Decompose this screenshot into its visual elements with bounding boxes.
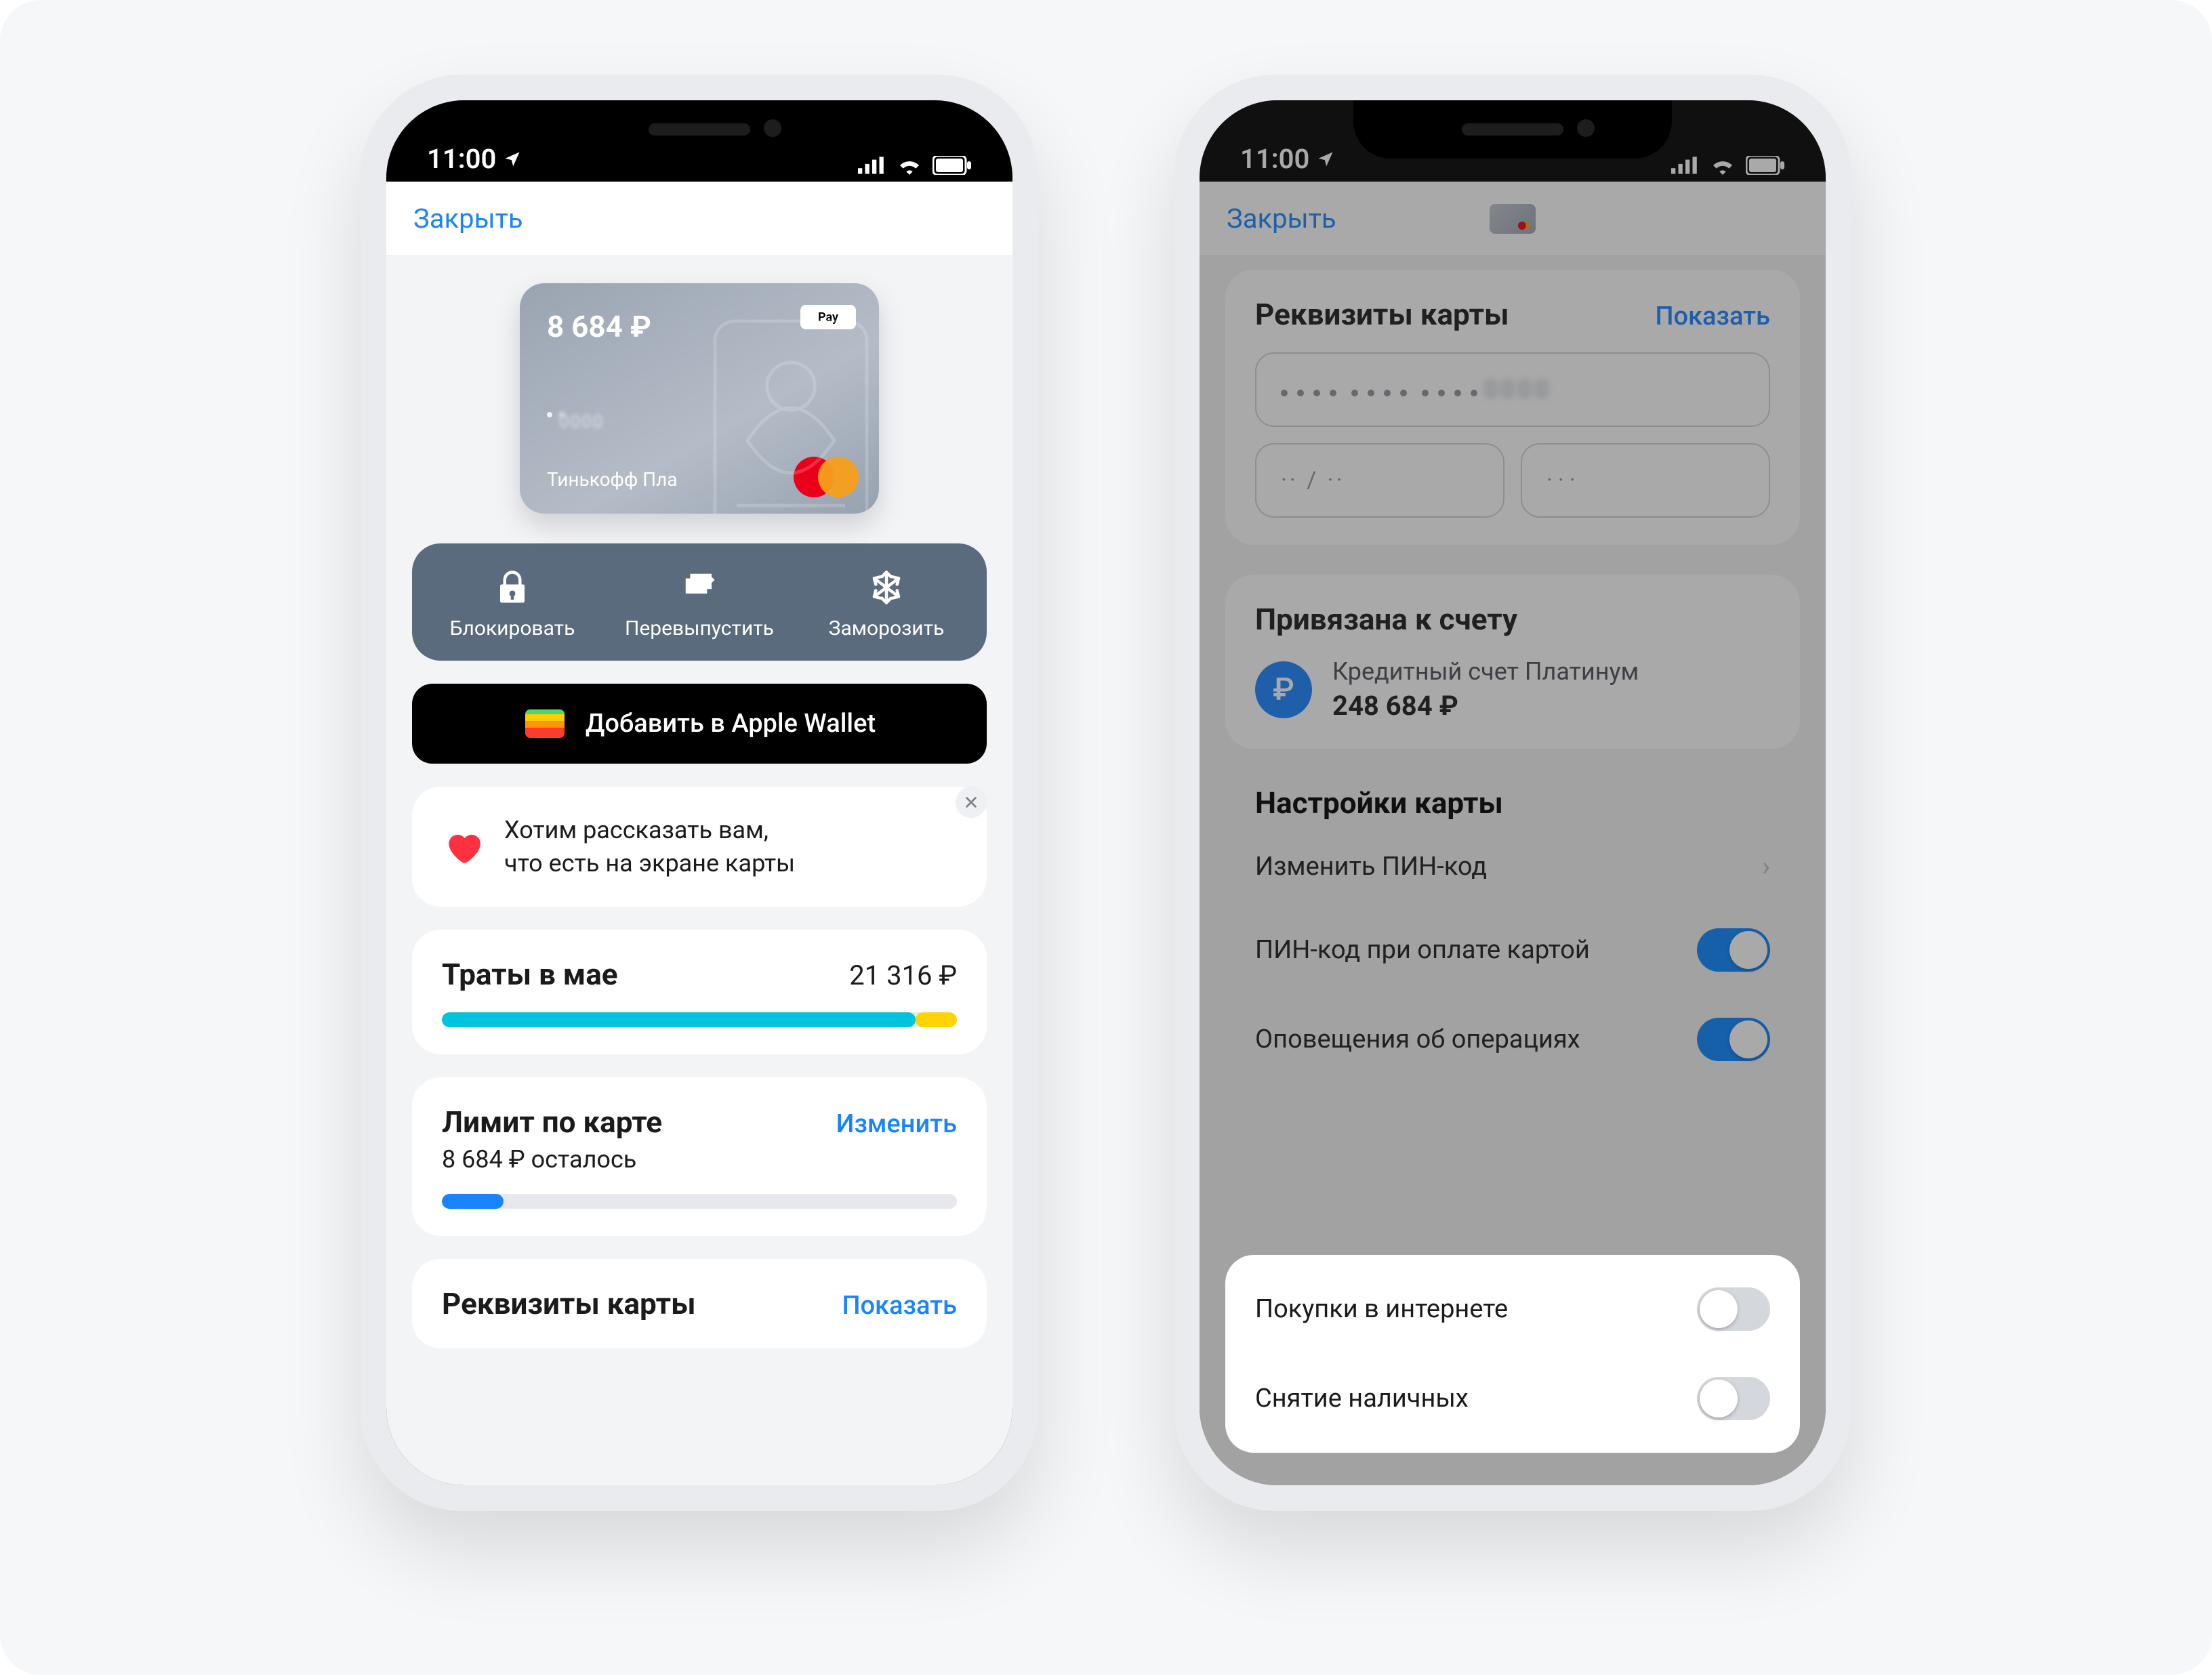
cash-withdrawal-row: Снятие наличных [1225, 1354, 1800, 1443]
card-settings-section: Настройки карты Изменить ПИН-код › ПИН-к… [1225, 779, 1800, 1084]
battery-icon [1746, 156, 1785, 175]
phone-left: 11:00 Закрыть [361, 75, 1038, 1511]
card-preview[interactable]: 8 684 ₽ Pay 0000 Тинькофф Пла [412, 283, 987, 514]
requisites-card: Реквизиты карты Показать 0000 [1225, 270, 1800, 545]
settings-title: Настройки карты [1225, 779, 1800, 827]
close-icon [964, 795, 979, 810]
requisites-title: Реквизиты карты [442, 1286, 696, 1321]
requisites-card-peek[interactable]: Реквизиты карты Показать [412, 1259, 987, 1348]
change-pin-row[interactable]: Изменить ПИН-код › [1225, 827, 1800, 905]
info-banner[interactable]: Хотим рассказать вам, что есть на экране… [412, 787, 987, 907]
location-icon [1316, 150, 1335, 169]
linked-account-title: Привязана к счету [1255, 602, 1770, 637]
add-to-wallet-button[interactable]: Добавить в Apple Wallet [412, 684, 987, 764]
linked-account-balance: 248 684 ₽ [1332, 690, 1639, 722]
requisites-show-button[interactable]: Показать [1656, 302, 1770, 331]
banner-close-button[interactable] [956, 787, 987, 818]
notify-row: Оповещения об операциях [1225, 995, 1800, 1084]
heart-icon [442, 826, 484, 868]
limit-remaining: 8 684 ₽ осталось [442, 1145, 957, 1174]
spending-card[interactable]: Траты в мае 21 316 ₽ [412, 930, 987, 1054]
spending-progress [442, 1012, 957, 1027]
wifi-icon [896, 156, 923, 175]
card-artwork [682, 310, 879, 514]
wifi-icon [1709, 156, 1736, 175]
online-purchases-toggle[interactable] [1697, 1287, 1770, 1331]
close-button[interactable]: Закрыть [413, 203, 523, 234]
card-expiry-field[interactable]: ·· / ·· [1255, 443, 1504, 518]
card-number-field[interactable]: 0000 [1255, 352, 1770, 427]
card-cvc-field[interactable]: ··· [1521, 443, 1770, 518]
card-actions: Блокировать Перевыпустить Заморозить [412, 543, 987, 661]
location-icon [503, 150, 522, 169]
requisites-title: Реквизиты карты [1255, 297, 1509, 332]
limit-change-button[interactable]: Изменить [836, 1109, 957, 1139]
status-time: 11:00 [427, 143, 496, 175]
battery-icon [933, 156, 972, 175]
chevron-right-icon: › [1762, 850, 1770, 882]
status-time: 11:00 [1240, 143, 1309, 175]
block-card-button[interactable]: Блокировать [419, 569, 605, 640]
apple-wallet-icon [523, 707, 567, 740]
nav-bar: Закрыть [1200, 182, 1826, 256]
pin-on-pay-row: ПИН-код при оплате картой [1225, 905, 1800, 995]
cellular-icon [1671, 156, 1700, 175]
reissue-card-button[interactable]: Перевыпустить [607, 569, 792, 640]
limit-progress [442, 1194, 957, 1209]
limit-title: Лимит по карте [442, 1104, 662, 1140]
cash-withdrawal-toggle[interactable] [1697, 1377, 1770, 1420]
ruble-badge-icon: ₽ [1255, 661, 1312, 718]
linked-account-name: Кредитный счет Платинум [1332, 657, 1639, 686]
snowflake-icon [868, 569, 905, 606]
showcase-panel: 11:00 Закрыть [0, 0, 2212, 1675]
notify-toggle[interactable] [1697, 1018, 1770, 1061]
nav-card-thumbnail[interactable] [1490, 204, 1536, 234]
requisites-show-button[interactable]: Показать [842, 1291, 957, 1321]
settings-modal-sheet: Покупки в интернете Снятие наличных [1225, 1255, 1800, 1453]
card-product-name: Тинькофф Пла [547, 468, 678, 491]
lock-icon [494, 569, 531, 606]
close-button[interactable]: Закрыть [1227, 203, 1336, 234]
spending-amount: 21 316 ₽ [849, 959, 957, 991]
linked-account-card[interactable]: Привязана к счету ₽ Кредитный счет Плати… [1225, 575, 1800, 749]
cellular-icon [858, 156, 886, 175]
card-pan-mask: 0000 [547, 412, 565, 417]
pin-on-pay-toggle[interactable] [1697, 928, 1770, 972]
spending-title: Траты в мае [442, 957, 618, 992]
reissue-icon [681, 569, 718, 606]
limit-card[interactable]: Лимит по карте Изменить 8 684 ₽ осталось [412, 1077, 987, 1236]
online-purchases-row: Покупки в интернете [1225, 1264, 1800, 1354]
phone-right: 11:00 Закрыть [1174, 75, 1851, 1511]
nav-bar: Закрыть [386, 182, 1012, 256]
freeze-card-button[interactable]: Заморозить [794, 569, 979, 640]
